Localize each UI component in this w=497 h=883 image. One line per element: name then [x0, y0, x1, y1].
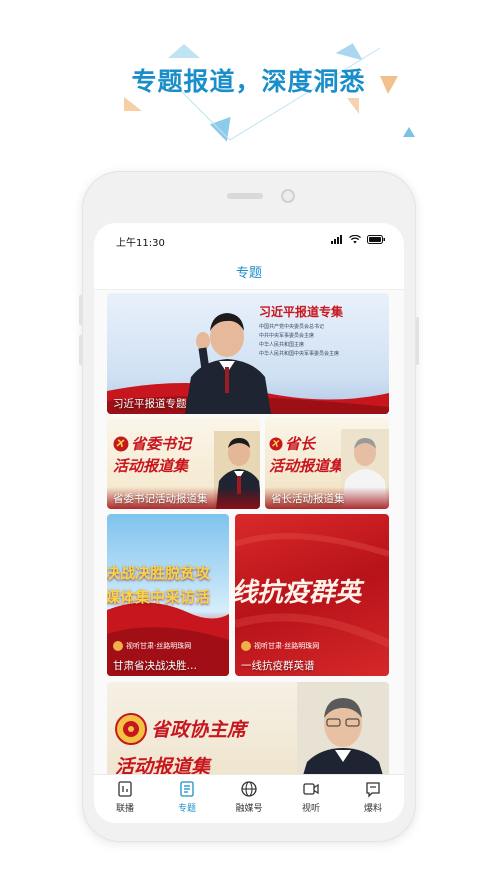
topic-card-cppcc[interactable]: 省政协主席 活动报道集: [107, 682, 389, 774]
overlay-subtitle: 媒体集中采访活: [107, 588, 211, 606]
banner-line: 中华人民共和国主席: [259, 342, 305, 348]
bottom-tab-bar: 联播 专题 融媒号 视听 爆料: [94, 774, 404, 823]
topic-card-epidemic[interactable]: 线抗疫群英 视听甘肃·丝路明珠网 一线抗疫群英谱: [235, 514, 389, 676]
source-label: 视听甘肃·丝路明珠网: [241, 641, 319, 651]
tab-label: 专题: [177, 804, 196, 814]
topic-list[interactable]: 习近平报道专集 中国共产党中央委员会总书记 中共中央军事委员会主席 中华人民共和…: [94, 290, 404, 774]
tipoff-icon: [366, 782, 380, 798]
overlay-title: 省委书记: [131, 435, 192, 453]
tab-lianbo[interactable]: 联播: [94, 775, 156, 823]
emblem-icon: [113, 436, 129, 452]
globe-icon: [241, 781, 257, 797]
decor-triangle-3: [124, 97, 142, 111]
topic-card-party-secretary[interactable]: 省委书记 活动报道集 省委书记活动报道集: [107, 417, 260, 509]
video-icon: [303, 783, 319, 795]
emblem-icon: [269, 437, 283, 451]
card-caption: 省长活动报道集: [271, 493, 345, 505]
card-caption: 甘肃省决战决胜…: [113, 660, 197, 672]
banner-line: 中共中央军事委员会主席: [259, 333, 315, 339]
page-title: 专题: [235, 266, 262, 281]
source-text: 视听甘肃·丝路明珠网: [254, 642, 320, 650]
banner-line: 中国共产党中央委员会总书记: [259, 324, 325, 330]
card-caption: 习近平报道专题: [113, 398, 187, 410]
phone-side-button: [79, 335, 82, 365]
wifi-icon: [349, 235, 361, 244]
status-icons: [331, 235, 386, 244]
tab-label: 爆料: [363, 804, 382, 814]
tab-zhuanti[interactable]: 专题: [156, 775, 218, 823]
tab-label: 融媒号: [235, 804, 263, 814]
banner-title: 习近平报道专集: [259, 305, 344, 319]
overlay-subtitle: 活动报道集: [113, 457, 189, 475]
source-label: 视听甘肃·丝路明珠网: [113, 641, 191, 651]
source-logo-icon: [113, 641, 123, 651]
tab-baoliao[interactable]: 爆料: [342, 775, 404, 823]
tab-shiting[interactable]: 视听: [280, 775, 342, 823]
card-caption: 一线抗疫群英谱: [241, 660, 315, 672]
battery-icon: [367, 235, 385, 244]
status-time: 上午11:30: [116, 238, 165, 249]
topic-icon: [180, 781, 194, 797]
source-text: 视听甘肃·丝路明珠网: [126, 642, 192, 650]
app-screen: 上午11:30 专题 习近平报道专集 中国共产党中央委员会总书记 中共中央军事委…: [94, 223, 404, 823]
overlay-subtitle: 活动报道集: [115, 756, 211, 774]
overlay-subtitle: 活动报道集: [269, 457, 345, 475]
overlay-title: 省政协主席: [151, 719, 247, 741]
emblem-icon: [115, 713, 147, 745]
headline: 专题报道，深度洞悉: [131, 67, 366, 96]
source-logo-icon: [241, 641, 251, 651]
broadcast-icon: [118, 781, 132, 797]
tab-label: 联播: [115, 804, 134, 814]
phone-camera: [281, 189, 295, 203]
banner-line: 中华人民共和国中央军事委员会主席: [259, 351, 340, 357]
topic-card-poverty[interactable]: 决战决胜脱贫攻 媒体集中采访活 视听甘肃·丝路明珠网 甘肃省决战决胜…: [107, 514, 229, 676]
phone-side-button: [79, 295, 82, 325]
overlay-title: 决战决胜脱贫攻: [107, 564, 211, 582]
phone-speaker: [227, 193, 263, 199]
card-caption: 省委书记活动报道集: [113, 493, 208, 505]
phone-frame: 上午11:30 专题 习近平报道专集 中国共产党中央委员会总书记 中共中央军事委…: [79, 171, 419, 842]
overlay-title: 省长: [285, 435, 316, 453]
tab-rongmeihao[interactable]: 融媒号: [218, 775, 280, 823]
topic-card-governor[interactable]: 省长 活动报道集 省长活动报道集: [265, 417, 389, 509]
signal-icon: [331, 235, 342, 244]
topic-card-xi[interactable]: 习近平报道专集 中国共产党中央委员会总书记 中共中央军事委员会主席 中华人民共和…: [107, 293, 389, 414]
decor-triangle-7: [403, 127, 415, 137]
tab-label: 视听: [301, 804, 320, 814]
phone-side-button: [416, 317, 419, 365]
status-bar: 上午11:30: [94, 223, 404, 259]
overlay-title: 线抗疫群英: [235, 578, 362, 608]
portrait-image: [297, 682, 389, 774]
